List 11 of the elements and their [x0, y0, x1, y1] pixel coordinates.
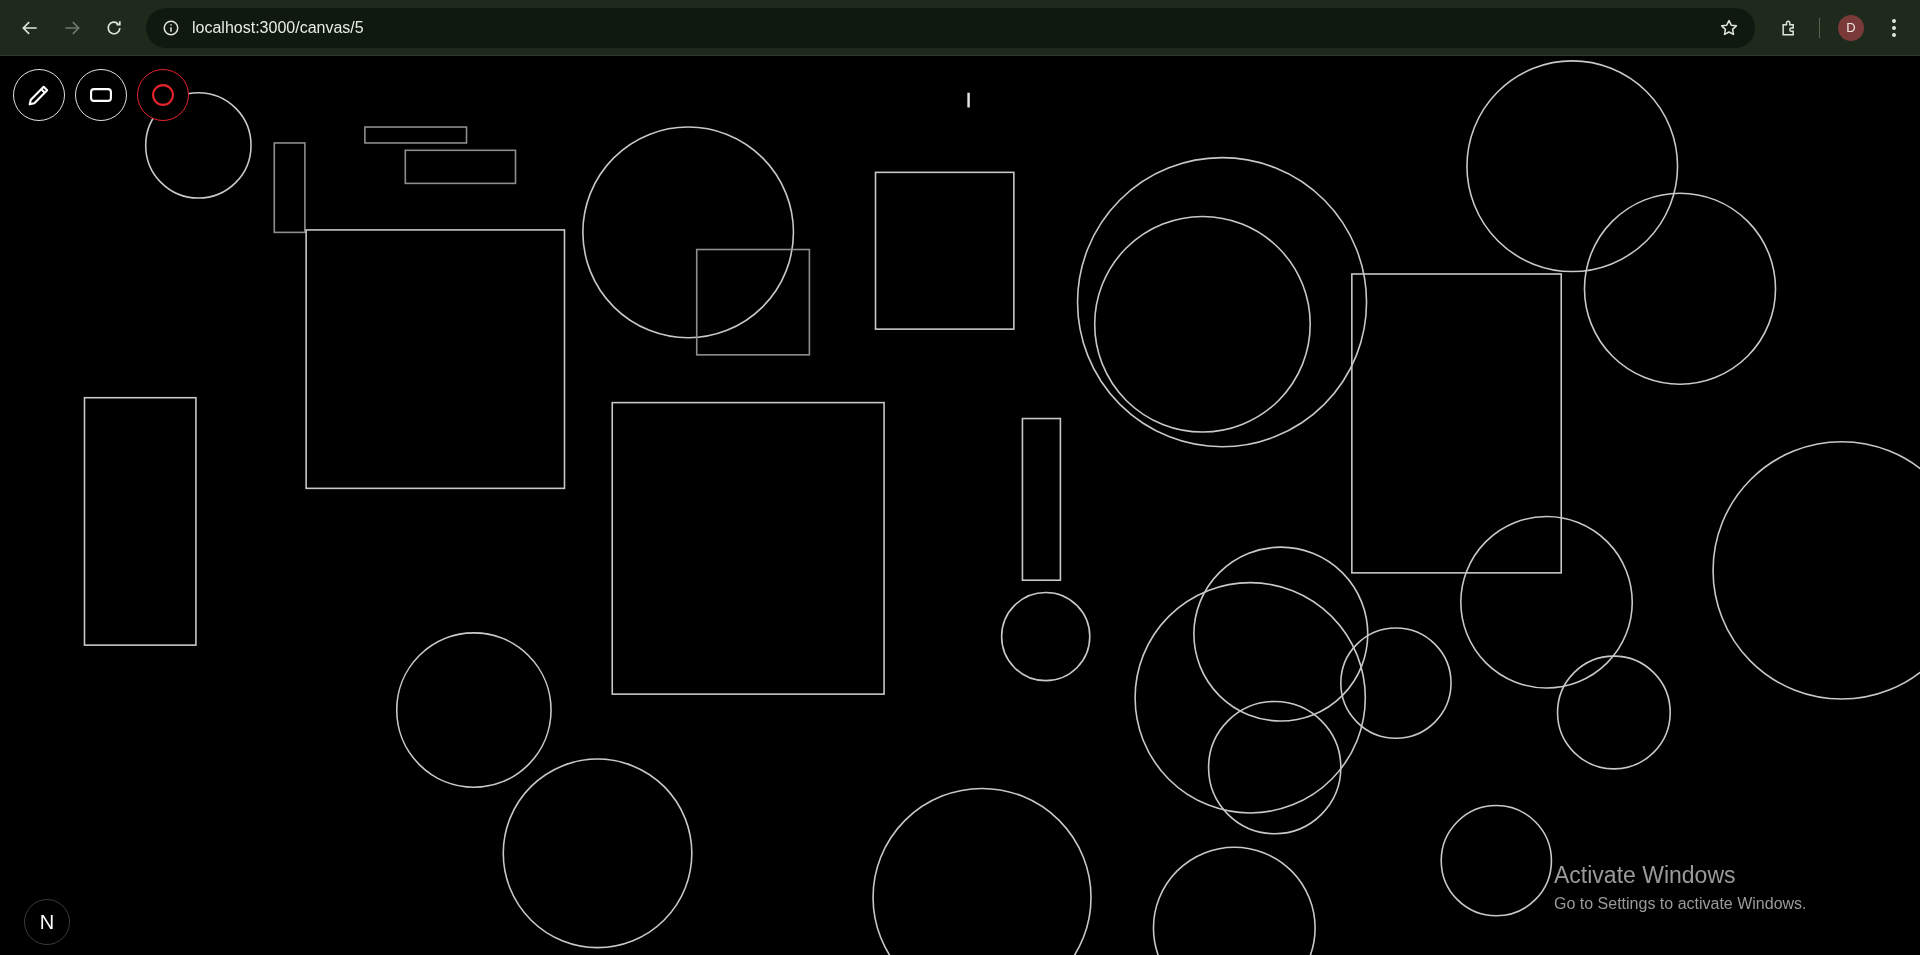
line-stroke [967, 92, 970, 108]
star-icon [1719, 17, 1739, 38]
menu-icon [1892, 17, 1896, 38]
activation-title: Activate Windows [1554, 862, 1737, 889]
dev-tools-badge[interactable]: N [24, 899, 70, 945]
url-text: localhost:3000/canvas/5 [192, 18, 364, 37]
info-icon [162, 18, 180, 37]
profile-avatar[interactable]: D [1838, 14, 1864, 41]
address-bar[interactable]: localhost:3000/canvas/5 [146, 7, 1755, 48]
activation-text: Go to Settings to activate Windows. [1554, 895, 1807, 913]
circle-icon [149, 81, 177, 109]
